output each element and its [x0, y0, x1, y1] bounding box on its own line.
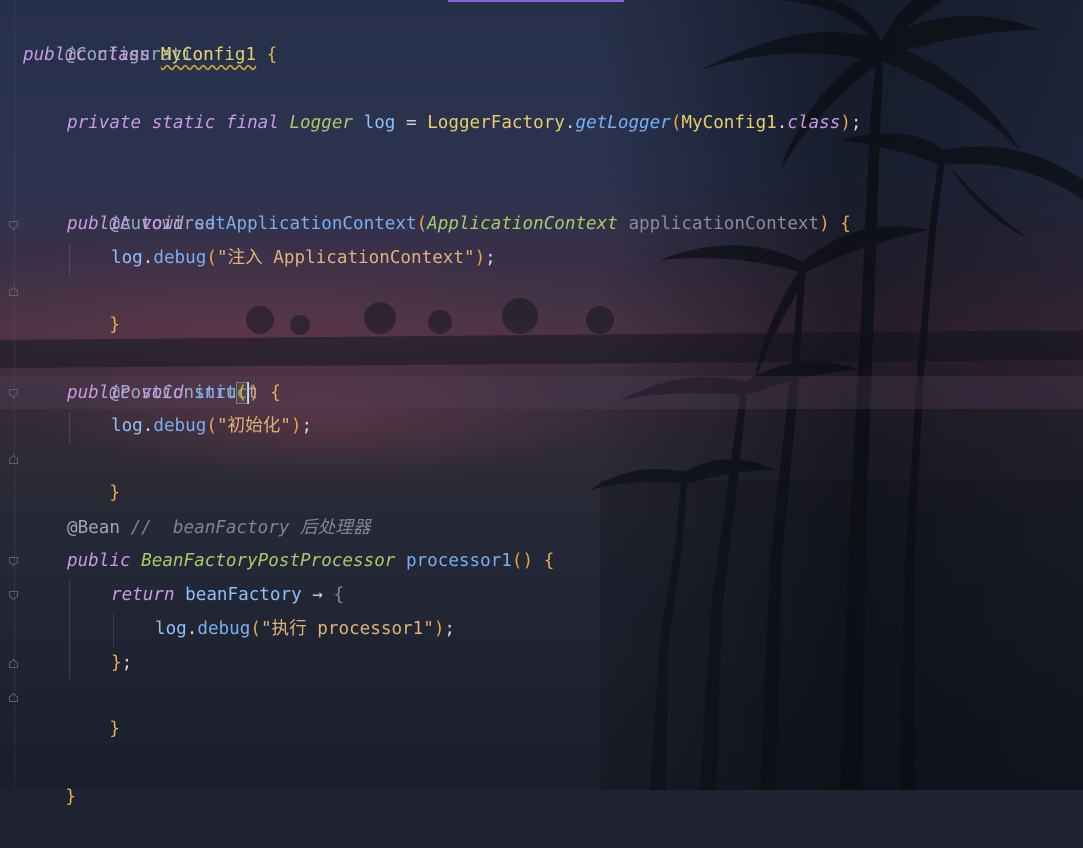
- method-name: debug: [153, 248, 207, 268]
- field-name: log: [111, 416, 143, 436]
- code-line[interactable]: public class MyConfig1 {: [23, 38, 277, 72]
- field-name: log: [363, 113, 396, 133]
- lambda-arrow: →: [312, 585, 323, 605]
- code-line-current[interactable]: public void init() {: [67, 376, 281, 410]
- class-name: MyConfig1: [681, 113, 777, 133]
- method-name: getLogger: [575, 113, 671, 133]
- type-name: ApplicationContext: [427, 214, 618, 234]
- keyword: public: [23, 45, 87, 65]
- keyword: void: [141, 214, 184, 234]
- keyword: private: [67, 113, 142, 133]
- lambda-parameter: beanFactory: [185, 585, 302, 605]
- code-line[interactable]: @Autowired: [67, 173, 215, 234]
- class-name: LoggerFactory: [427, 113, 565, 133]
- brace: {: [266, 45, 278, 65]
- method-name: debug: [197, 619, 251, 639]
- keyword: class: [97, 45, 151, 65]
- code-line[interactable]: private static final Logger log = Logger…: [67, 106, 862, 140]
- matched-paren: (: [235, 382, 249, 404]
- brace: {: [270, 383, 281, 403]
- parameter-name: applicationContext: [628, 214, 820, 234]
- fold-end-icon[interactable]: [9, 659, 18, 668]
- type-name: Logger: [289, 113, 354, 133]
- indent-guide: [69, 580, 70, 680]
- indent-guide: [113, 614, 114, 648]
- fold-collapse-icon[interactable]: [9, 389, 18, 398]
- code-comment: // beanFactory 后处理器: [130, 518, 371, 538]
- brace: }: [109, 483, 120, 503]
- string-literal: "执行 processor1": [260, 619, 434, 639]
- keyword: void: [141, 383, 184, 403]
- fold-end-icon[interactable]: [9, 287, 18, 296]
- brace: {: [543, 551, 555, 571]
- code-line[interactable]: return beanFactory → {: [111, 578, 344, 612]
- code-line[interactable]: @PostConstruct: [67, 342, 257, 403]
- keyword: final: [225, 113, 279, 133]
- keyword: static: [151, 113, 216, 133]
- brace: }: [109, 719, 120, 739]
- keyword: class: [787, 113, 841, 133]
- brace: }: [65, 787, 76, 807]
- keyword: public: [67, 214, 131, 234]
- brace: }: [111, 653, 122, 673]
- type-name: BeanFactoryPostProcessor: [141, 551, 396, 571]
- fold-end-icon[interactable]: [9, 455, 18, 464]
- brace: }: [109, 315, 120, 335]
- field-name: log: [155, 619, 187, 639]
- keyword: public: [67, 383, 131, 403]
- string-literal: "注入 ApplicationContext": [216, 248, 475, 268]
- keyword: public: [67, 551, 131, 571]
- method-name: processor1: [405, 551, 512, 571]
- brace: {: [333, 585, 345, 605]
- code-line[interactable]: public BeanFactoryPostProcessor processo…: [67, 544, 554, 578]
- method-name: setApplicationContext: [194, 214, 417, 234]
- code-line[interactable]: };: [111, 646, 132, 680]
- method-name: init: [194, 383, 237, 403]
- fold-end-icon[interactable]: [9, 693, 18, 702]
- code-line[interactable]: }: [67, 678, 120, 739]
- code-line[interactable]: @Configuration: [23, 4, 213, 65]
- code-line[interactable]: public void setApplicationContext(Applic…: [67, 207, 851, 241]
- annotation: @Bean: [67, 518, 120, 538]
- fold-collapse-icon[interactable]: [9, 557, 18, 566]
- code-line[interactable]: log.debug("初始化");: [111, 409, 312, 443]
- method-name: debug: [153, 416, 207, 436]
- string-literal: "初始化": [216, 416, 291, 436]
- brace: {: [840, 214, 851, 234]
- class-name: MyConfig1: [160, 45, 257, 65]
- code-line[interactable]: }: [67, 274, 120, 335]
- tab-indicator: [448, 0, 624, 2]
- field-name: log: [111, 248, 143, 268]
- fold-collapse-icon[interactable]: [9, 591, 18, 600]
- code-line[interactable]: @Bean // beanFactory 后处理器: [67, 511, 370, 545]
- keyword: return: [111, 585, 175, 605]
- code-line[interactable]: log.debug("注入 ApplicationContext");: [111, 241, 496, 275]
- code-line[interactable]: }: [23, 746, 76, 807]
- code-line[interactable]: }: [67, 442, 120, 503]
- fold-collapse-icon[interactable]: [9, 221, 18, 230]
- code-line[interactable]: log.debug("执行 processor1");: [155, 612, 455, 646]
